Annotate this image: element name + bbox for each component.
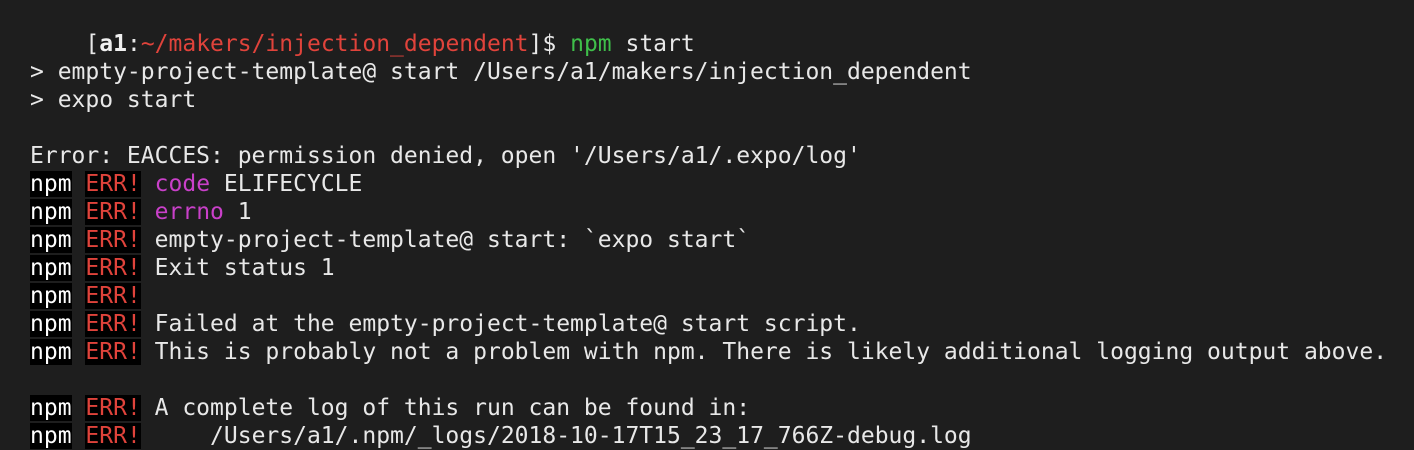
prompt-colon: : bbox=[126, 31, 141, 57]
npm-err-line: npm ERR! Failed at the empty-project-tem… bbox=[30, 310, 1414, 338]
prompt-close: ]$ bbox=[528, 31, 571, 57]
prompt-open-bracket: [ bbox=[85, 31, 100, 57]
err-value: empty-project-template@ start: `expo sta… bbox=[140, 227, 751, 253]
err-value: 1 bbox=[223, 199, 252, 225]
prompt-path: ~/makers/injection_dependent bbox=[140, 31, 529, 57]
npm-err-line: npm ERR! errno 1 bbox=[30, 198, 1414, 226]
err-label: ERR! bbox=[85, 423, 141, 449]
npm-label: npm bbox=[30, 339, 72, 365]
err-value: A complete log of this run can be found … bbox=[140, 395, 751, 421]
error-message: Error: EACCES: permission denied, open '… bbox=[30, 143, 861, 169]
terminal-window[interactable]: [a1:~/makers/injection_dependent]$ npm s… bbox=[0, 0, 1414, 450]
npm-err-line: npm ERR! This is probably not a problem … bbox=[30, 338, 1414, 366]
err-value: Failed at the empty-project-template@ st… bbox=[140, 311, 861, 337]
npm-label: npm bbox=[30, 283, 72, 309]
err-label: ERR! bbox=[85, 311, 141, 337]
command-args: start bbox=[611, 31, 695, 57]
npm-err-line: npm ERR! /Users/a1/.npm/_logs/2018-10-17… bbox=[30, 422, 1414, 450]
err-label: ERR! bbox=[85, 395, 141, 421]
err-value: ELIFECYCLE bbox=[210, 171, 363, 197]
err-label: ERR! bbox=[85, 255, 141, 281]
npm-label: npm bbox=[30, 423, 72, 449]
npm-label: npm bbox=[30, 395, 72, 421]
err-label: ERR! bbox=[85, 199, 141, 225]
npm-error-block: npm ERR! code ELIFECYCLE npm ERR! errno 1… bbox=[30, 170, 1414, 366]
err-value: /Users/a1/.npm/_logs/2018-10-17T15_23_17… bbox=[140, 423, 972, 449]
err-value: This is probably not a problem with npm.… bbox=[140, 339, 1388, 365]
shell-prompt-line: [a1:~/makers/injection_dependent]$ npm s… bbox=[30, 2, 1414, 57]
npm-label: npm bbox=[30, 199, 72, 225]
err-label: ERR! bbox=[85, 171, 141, 197]
npm-err-line: npm ERR! A complete log of this run can … bbox=[30, 394, 1414, 422]
err-label: ERR! bbox=[85, 283, 141, 309]
npm-err-line: npm ERR! bbox=[30, 282, 1414, 310]
err-value: Exit status 1 bbox=[140, 255, 335, 281]
err-label: ERR! bbox=[85, 227, 141, 253]
log-info-block: npm ERR! A complete log of this run can … bbox=[30, 394, 1414, 450]
npm-label: npm bbox=[30, 227, 72, 253]
script-header-line: > expo start bbox=[30, 87, 197, 113]
npm-err-line: npm ERR! Exit status 1 bbox=[30, 254, 1414, 282]
script-header-line: > empty-project-template@ start /Users/a… bbox=[30, 59, 972, 85]
npm-label: npm bbox=[30, 171, 72, 197]
npm-label: npm bbox=[30, 311, 72, 337]
command-name: npm bbox=[570, 31, 612, 57]
prompt-user: a1 bbox=[99, 31, 127, 57]
npm-err-line: npm ERR! empty-project-template@ start: … bbox=[30, 226, 1414, 254]
err-key: code bbox=[154, 171, 211, 197]
npm-label: npm bbox=[30, 255, 72, 281]
err-key: errno bbox=[154, 199, 224, 225]
npm-err-line: npm ERR! code ELIFECYCLE bbox=[30, 170, 1414, 198]
err-label: ERR! bbox=[85, 339, 141, 365]
